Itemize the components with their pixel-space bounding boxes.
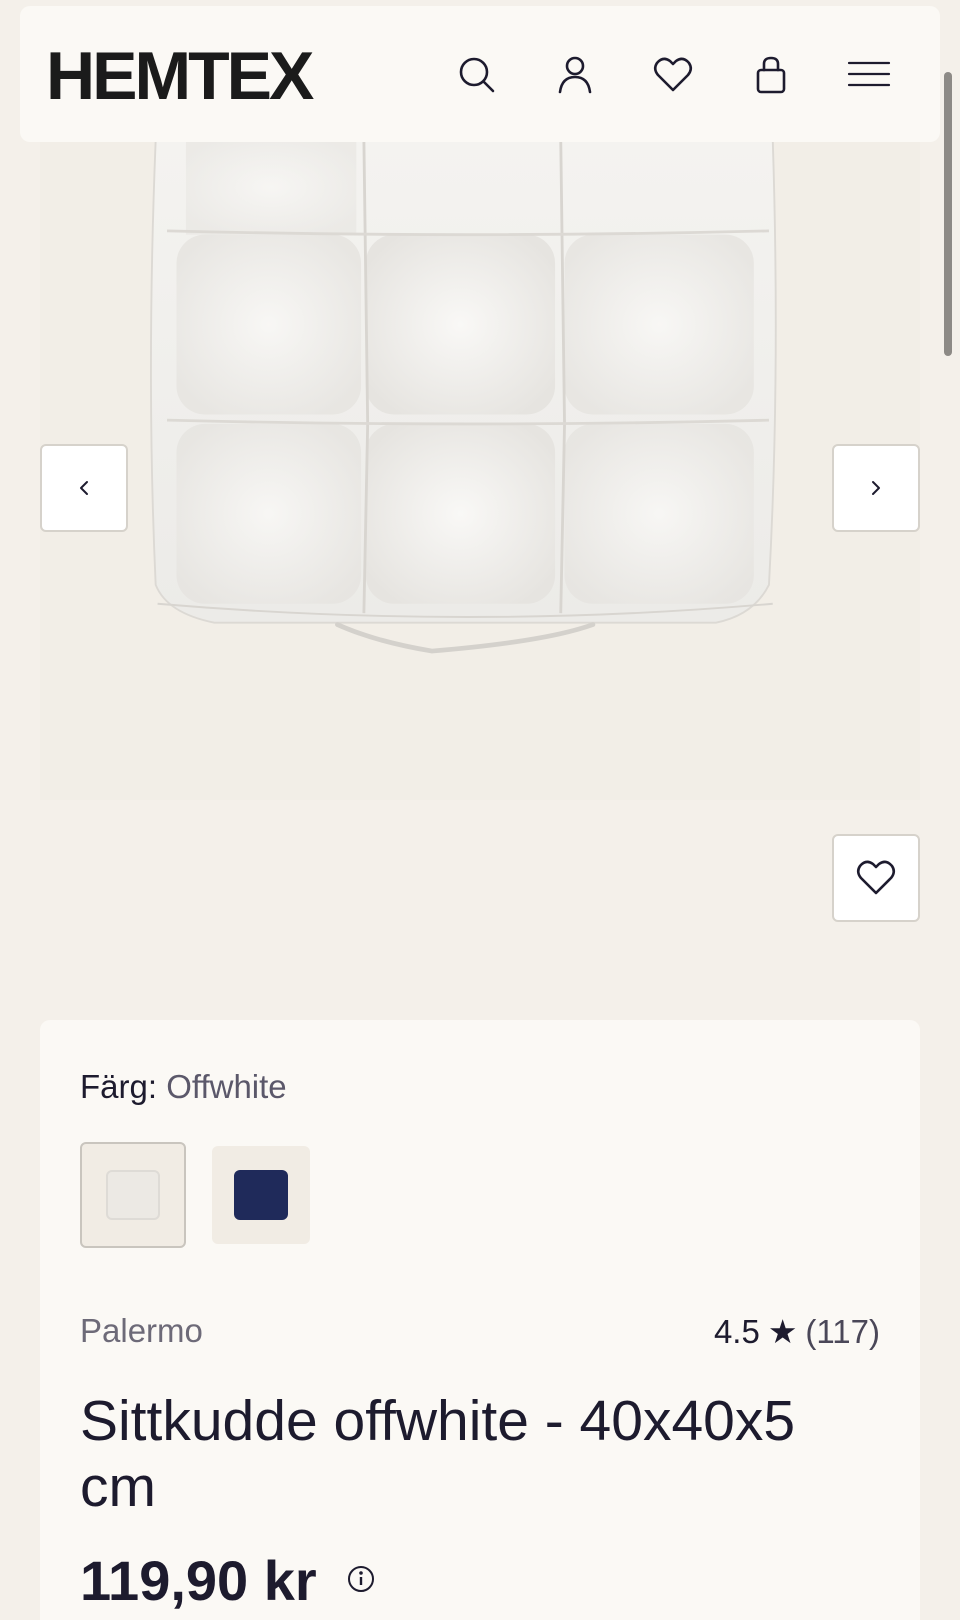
star-icon: ★ (767, 1313, 798, 1350)
color-selection-label: Färg: Offwhite (80, 1068, 287, 1106)
cart-button[interactable] (746, 50, 796, 100)
gallery-prev-button[interactable] (40, 444, 128, 532)
product-price: 119,90 kr (80, 1549, 317, 1612)
review-count: (117) (805, 1312, 880, 1350)
color-value: Offwhite (166, 1068, 287, 1105)
swatch-navy[interactable] (212, 1146, 310, 1244)
product-image (150, 140, 777, 654)
search-icon (459, 57, 495, 93)
info-icon (348, 1566, 374, 1592)
product-title: Sittkudde offwhite - 40x40x5 cm (80, 1389, 796, 1519)
price-info-button[interactable] (346, 1564, 376, 1594)
product-gallery[interactable] (40, 140, 920, 800)
heart-icon (856, 860, 896, 895)
page: HEMTEX Färg: Offwhite Palermo 4.5 ★ (117… (0, 0, 960, 1620)
logo[interactable]: HEMTEX (46, 42, 314, 110)
swatch-offwhite[interactable] (80, 1142, 186, 1248)
menu-button[interactable] (844, 50, 894, 100)
heart-icon (653, 57, 693, 92)
chevron-left-icon (80, 481, 88, 495)
account-button[interactable] (550, 50, 600, 100)
chevron-right-icon (872, 481, 880, 495)
wishlist-button[interactable] (648, 50, 698, 100)
site-header: HEMTEX (20, 6, 940, 142)
search-button[interactable] (452, 50, 502, 100)
menu-icon (847, 61, 891, 87)
color-label: Färg: (80, 1068, 158, 1105)
gallery-next-button[interactable] (832, 444, 920, 532)
swatch-navy-thumbnail (234, 1170, 288, 1220)
product-rating[interactable]: 4.5 ★ (117) (714, 1312, 880, 1351)
swatch-offwhite-thumbnail (106, 1170, 160, 1220)
product-brand[interactable]: Palermo (80, 1312, 203, 1350)
rating-value: 4.5 (713, 1312, 760, 1350)
add-to-wishlist-button[interactable] (832, 834, 920, 922)
scrollbar[interactable] (944, 72, 952, 356)
user-icon (558, 56, 592, 94)
bag-icon (756, 56, 786, 94)
product-info-card: Färg: Offwhite Palermo 4.5 ★ (117) Sittk… (40, 1020, 920, 1620)
